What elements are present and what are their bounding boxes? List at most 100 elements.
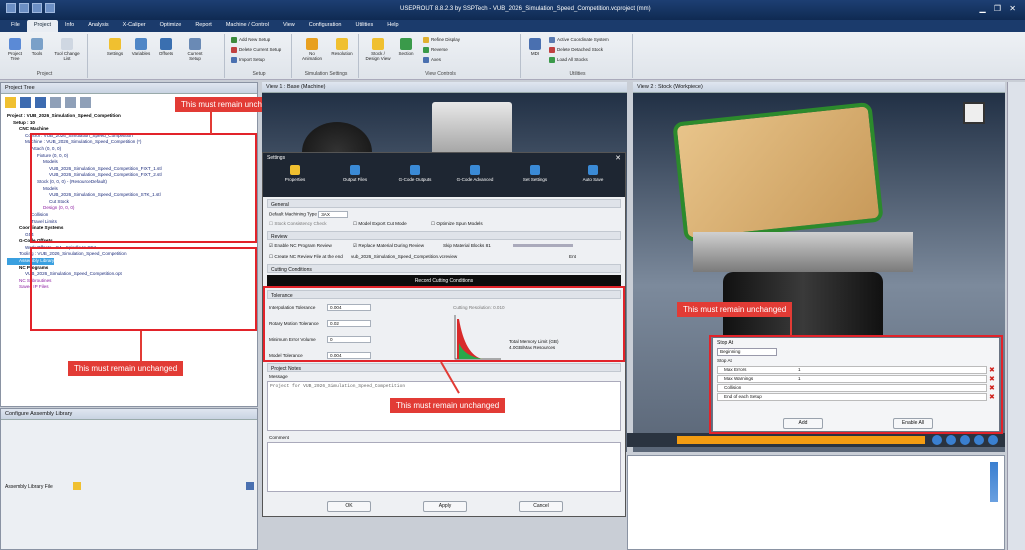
ok-button[interactable]: OK (327, 501, 371, 512)
view-1-title: View 1 : Base (Machine) (262, 82, 627, 93)
right-dock-strip[interactable] (1007, 82, 1025, 550)
tab-view[interactable]: View (276, 20, 302, 32)
active-coord-system-button[interactable]: Active Coordinate System (549, 37, 609, 43)
view-cube-icon[interactable] (963, 102, 985, 124)
tab-gcode-advanced[interactable]: G-Code Advanced (451, 165, 499, 182)
cancel-button[interactable]: Cancel (519, 501, 563, 512)
tree-item[interactable]: Setup : 10 (7, 120, 257, 127)
window-controls[interactable]: ▁ ❐ ✕ (980, 4, 1019, 13)
ribbon: Project Tree Tools Tool Change List Proj… (0, 32, 1025, 80)
no-animation-button[interactable]: No Animation (300, 38, 324, 61)
current-setup-button[interactable]: Current Setup (182, 38, 208, 61)
review-ext-select[interactable]: Ent (569, 254, 576, 259)
output-panel (627, 455, 1005, 550)
tab-help[interactable]: Help (380, 20, 405, 32)
delete-setup-button[interactable]: Delete Current Setup (231, 47, 281, 53)
delete-detached-stock-button[interactable]: Delete Detached Stock (549, 47, 603, 53)
app-menu-icon[interactable] (6, 3, 16, 13)
create-review-checkbox[interactable]: ☐ Create NC Review File at the end (269, 254, 343, 260)
side-toolbar[interactable] (990, 462, 998, 502)
save-icon[interactable] (19, 3, 29, 13)
stock-design-view-button[interactable]: Stock / Design View (365, 38, 391, 61)
section-button[interactable]: Section (395, 38, 417, 56)
redo-icon[interactable] (65, 97, 76, 108)
review-file-field[interactable]: vub_2026_Simulation_Speed_Competition.vc… (351, 254, 457, 259)
tab-configuration[interactable]: Configuration (302, 20, 349, 32)
mdi-button[interactable]: MDI (527, 38, 543, 56)
resolution-button[interactable]: Resolution (330, 38, 354, 56)
apply-button[interactable]: Apply (423, 501, 467, 512)
grid-icon[interactable] (35, 97, 46, 108)
tab-report[interactable]: Report (188, 20, 219, 32)
replace-material-checkbox[interactable]: ☑ Replace Material During Review (353, 243, 424, 249)
find-icon[interactable] (80, 97, 91, 108)
loop-icon[interactable] (988, 435, 998, 445)
tab-auto-save[interactable]: Auto Save (569, 165, 617, 182)
ribbon-group-view-controls: Stock / Design View Section Refine Displ… (361, 34, 521, 78)
undo-icon[interactable] (50, 97, 61, 108)
stop-icon[interactable] (974, 435, 984, 445)
callout-bottom-left: This must remain unchanged (68, 361, 184, 376)
callout-dialog: This must remain unchanged (390, 398, 506, 413)
stock-consistency-checkbox[interactable]: ☐ Stock Consistency Check (269, 221, 327, 227)
settings-title: Settings (267, 155, 286, 161)
tree-item[interactable]: Project : VUB_2026_Simulation_Speed_Comp… (7, 113, 257, 120)
undo-icon[interactable] (32, 3, 42, 13)
redo-icon[interactable] (45, 3, 55, 13)
load-all-stocks-button[interactable]: Load All Stocks (549, 57, 588, 63)
enable-review-checkbox[interactable]: ☑ Enable NC Program Review (269, 243, 332, 249)
tab-properties[interactable]: Properties (271, 165, 319, 182)
tab-gcode-outputs[interactable]: G-Code Outputs (391, 165, 439, 182)
assembly-file-label: Assembly Library File (5, 484, 53, 490)
folder-icon[interactable] (73, 482, 81, 490)
tab-utilities[interactable]: Utilities (348, 20, 380, 32)
tree-item[interactable]: CNC Machine (7, 126, 257, 133)
save-icon (588, 165, 598, 175)
step-icon[interactable] (946, 435, 956, 445)
fixture-clamps (693, 232, 913, 272)
tool-change-list-button[interactable]: Tool Change List (52, 38, 82, 61)
settings-button[interactable]: Settings (104, 38, 126, 56)
skip-blocks-slider[interactable] (513, 244, 573, 247)
play-icon[interactable] (960, 435, 970, 445)
import-setup-button[interactable]: Import Setup (231, 57, 265, 63)
tab-set-settings[interactable]: Set Settings (511, 165, 559, 182)
offsets-button[interactable]: Offsets (156, 38, 176, 56)
comment-textarea[interactable] (267, 442, 621, 492)
tab-optimize[interactable]: Optimize (153, 20, 189, 32)
tab-info[interactable]: Info (58, 20, 81, 32)
tab-output-files[interactable]: Output Files (331, 165, 379, 182)
open-icon[interactable] (5, 97, 16, 108)
rewind-icon[interactable] (932, 435, 942, 445)
workpiece (672, 101, 884, 243)
config-icon[interactable] (20, 97, 31, 108)
close-icon[interactable]: ✕ (615, 154, 621, 162)
refresh-icon[interactable] (246, 482, 254, 490)
ribbon-group-setup: Add New Setup Delete Current Setup Impor… (227, 34, 292, 78)
tab-xcaliper[interactable]: X-Caliper (116, 20, 153, 32)
optimize-spun-checkbox[interactable]: ☐ Optimize Spun Models (431, 221, 483, 227)
highlight-box-tolerance (263, 286, 625, 362)
tools-button[interactable]: Tools (28, 38, 46, 56)
ribbon-group-utilities: MDI Active Coordinate System Delete Deta… (523, 34, 633, 78)
tab-machine-control[interactable]: Machine / Control (219, 20, 276, 32)
machining-type-row: Default Machining Type 3AX (269, 211, 349, 218)
animation-icon (306, 38, 318, 50)
project-tree-toolbar (5, 97, 125, 111)
tools-icon (31, 38, 43, 50)
tab-project[interactable]: Project (26, 20, 58, 32)
menu-tabs: File Project Info Analysis X-Caliper Opt… (0, 20, 1025, 32)
file-icon (350, 165, 360, 175)
variables-button[interactable]: Variables (130, 38, 152, 56)
model-export-checkbox[interactable]: ☐ Model Export Cut Mode (353, 221, 407, 227)
tab-analysis[interactable]: Analysis (81, 20, 115, 32)
tab-file[interactable]: File (4, 20, 27, 32)
project-tree-button[interactable]: Project Tree (6, 38, 24, 61)
machining-type-select[interactable]: 3AX (318, 211, 349, 218)
offsets-icon (160, 38, 172, 50)
add-setup-button[interactable]: Add New Setup (231, 37, 270, 43)
reverse-button[interactable]: Reverse (423, 47, 448, 53)
axes-button[interactable]: Axes (423, 57, 441, 63)
refine-display-button[interactable]: Refine Display (423, 37, 460, 43)
highlight-box-tree-bottom (30, 247, 257, 331)
